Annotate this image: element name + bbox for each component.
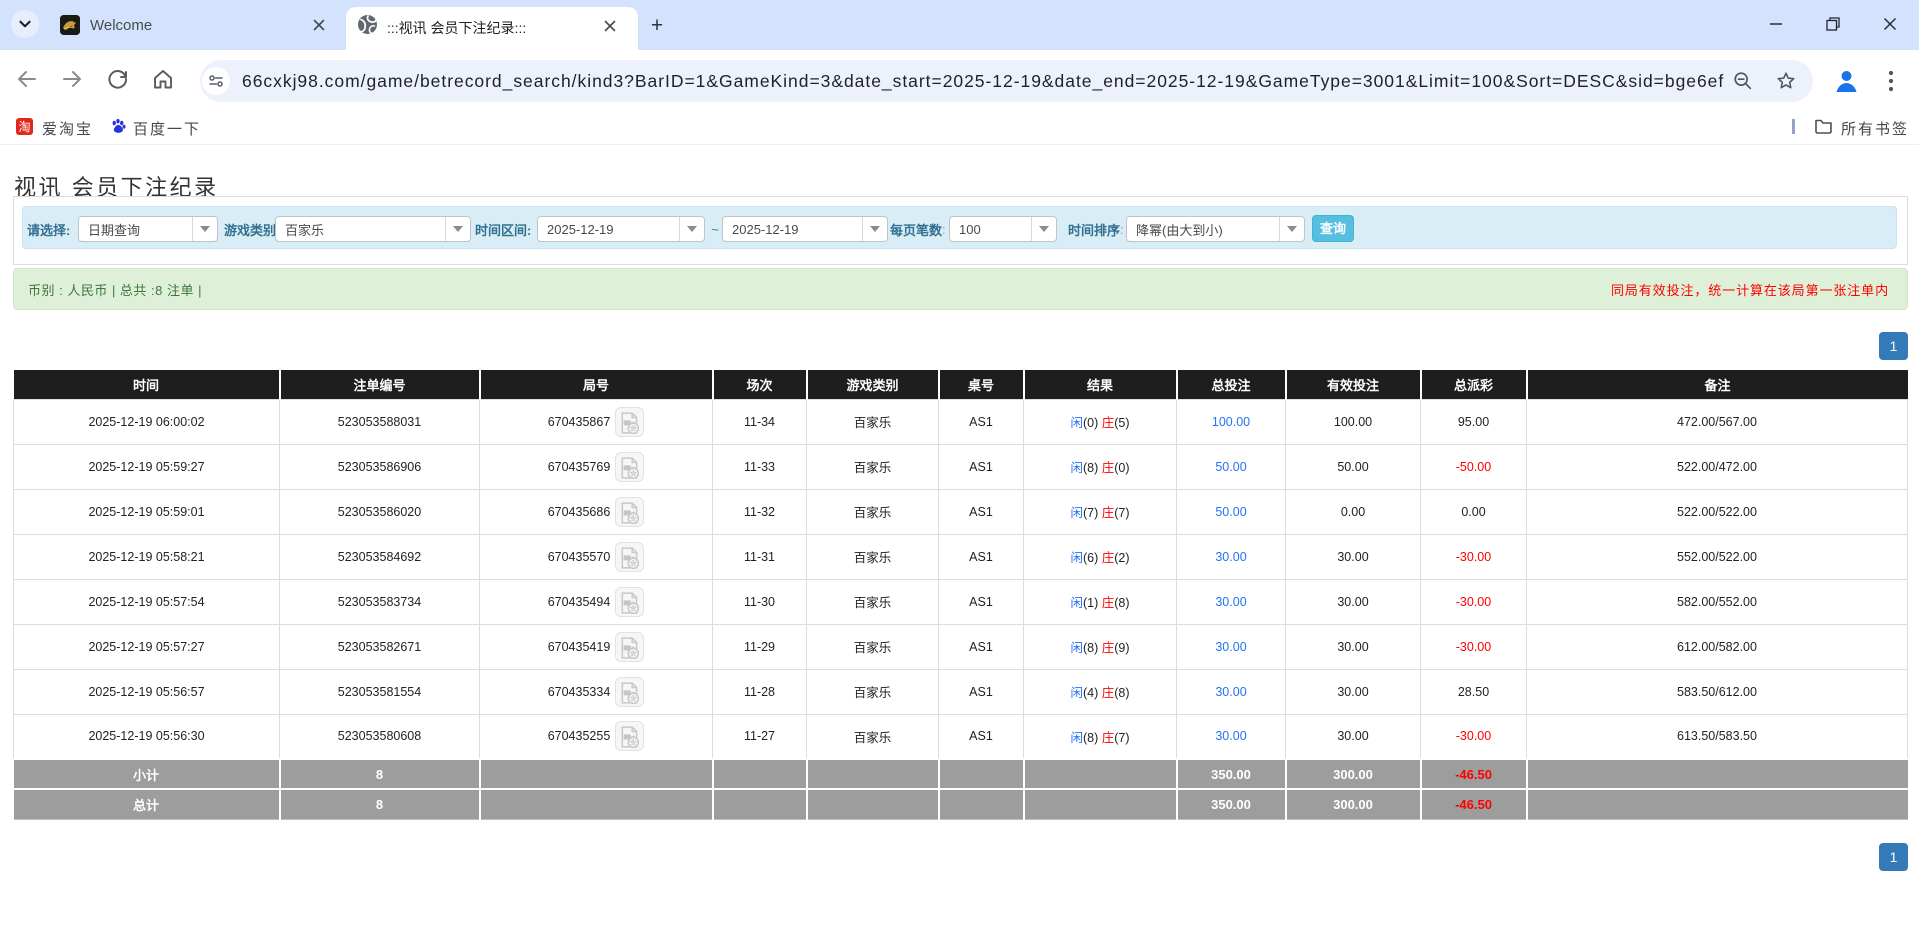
svg-text:淘: 淘 xyxy=(18,120,30,134)
